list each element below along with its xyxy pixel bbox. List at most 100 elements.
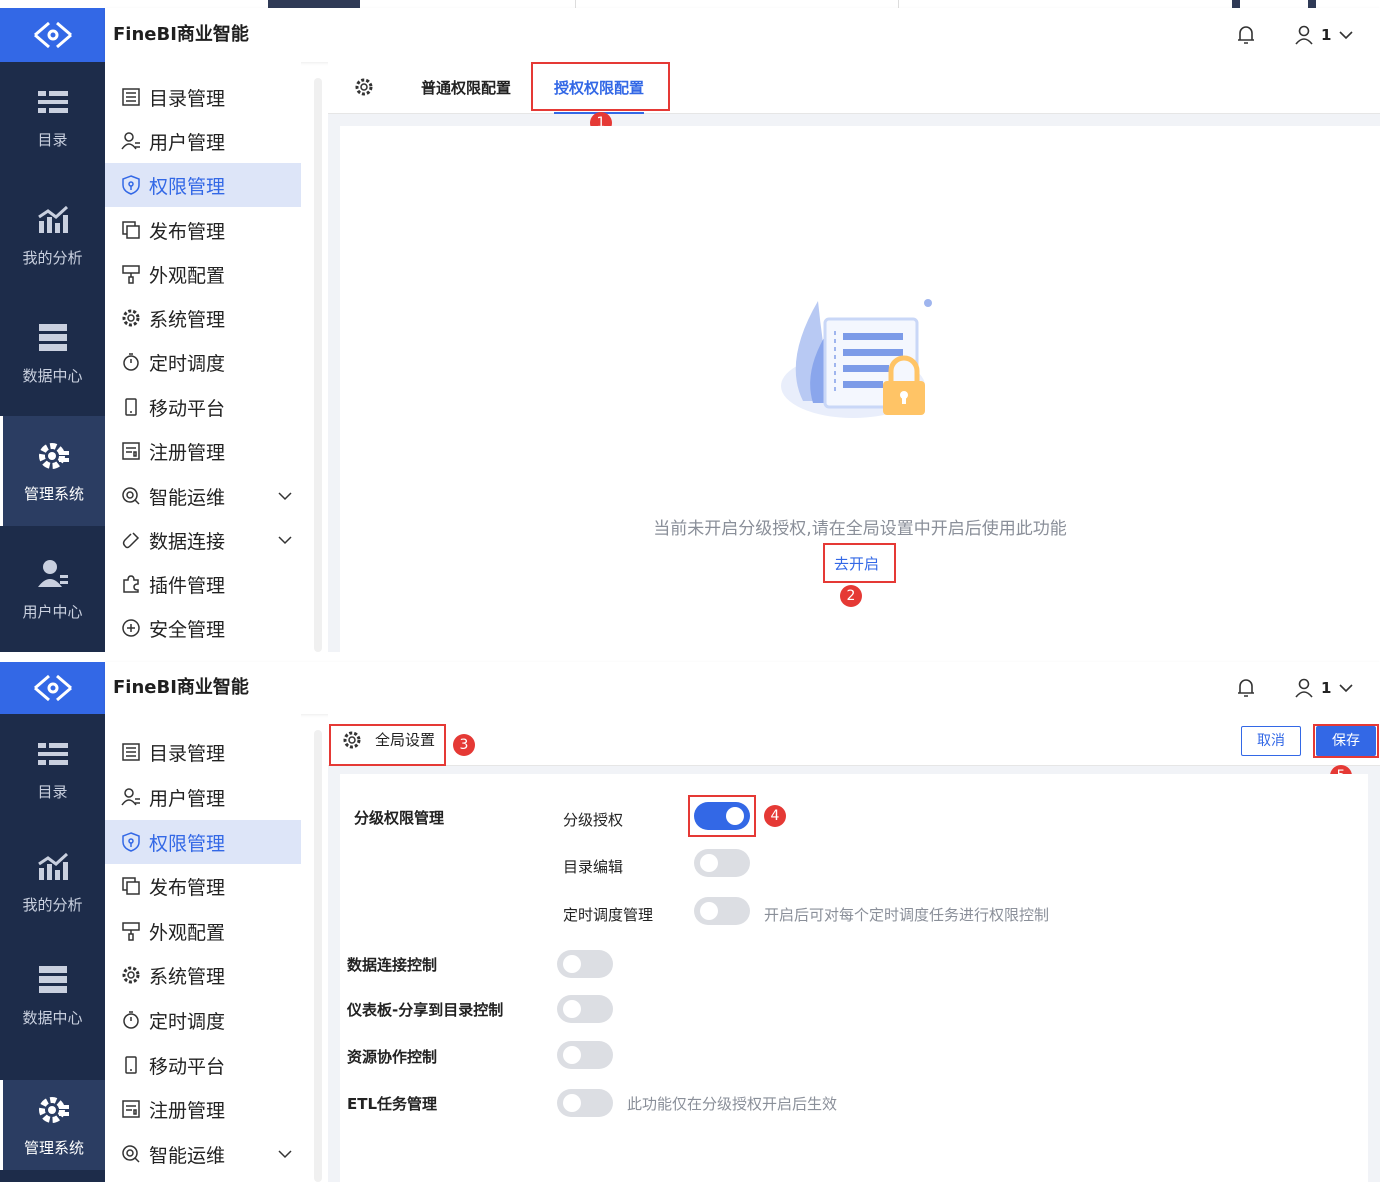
step-badge-3: 3 (453, 734, 475, 756)
nav-label: 数据中心 (22, 1008, 83, 1027)
database-icon (38, 323, 67, 351)
nav-user-center[interactable]: 用户中心 (0, 534, 105, 644)
menu-publish-manage[interactable]: 发布管理 (105, 864, 301, 908)
highlight-box-1 (531, 62, 670, 111)
chevron-down-icon (278, 1150, 292, 1159)
fine-logo-icon[interactable] (0, 8, 105, 62)
menu-schedule[interactable]: 定时调度 (105, 340, 301, 384)
menu-user-manage[interactable]: 用户管理 (105, 119, 301, 163)
top-bar: FineBI商业智能 1 (105, 662, 1380, 714)
user-icon (121, 132, 140, 150)
bell-icon[interactable] (1236, 677, 1256, 699)
toggle-catalog-edit[interactable] (694, 849, 750, 877)
group-label-hierarchy: 分级权限管理 (354, 809, 445, 827)
menu-system-manage[interactable]: 系统管理 (105, 296, 301, 340)
panel-global-settings: 目录 我的分析 数据中心 管理系统 FineBI商业智能 1 目录管理 用户管理… (0, 652, 1380, 1182)
chevron-down-icon (1339, 31, 1354, 40)
nav-label: 用户中心 (22, 602, 83, 621)
hint-schedule-manage: 开启后可对每个定时调度任务进行权限控制 (764, 906, 1050, 924)
bell-icon[interactable] (1236, 24, 1256, 46)
brand-title: FineBI商业智能 (113, 24, 249, 45)
nav-label: 管理系统 (23, 484, 84, 503)
step-badge-4: 4 (764, 805, 786, 827)
tab-normal-permission[interactable]: 普通权限配置 (421, 62, 511, 114)
menu-mobile-platform[interactable]: 移动平台 (105, 1043, 301, 1087)
menu-appearance-config[interactable]: 外观配置 (105, 909, 301, 953)
step-badge-2: 2 (840, 585, 862, 607)
hint-etl-task-manage: 此功能仅在分级授权开启后生效 (627, 1095, 838, 1113)
nav-my-analysis[interactable]: 我的分析 (0, 827, 105, 937)
toggle-data-connection-control[interactable] (557, 950, 613, 978)
menu-smart-ops[interactable]: 智能运维 (105, 474, 301, 518)
menu-permission-manage[interactable]: 权限管理 (105, 820, 301, 864)
settings-gear-icon[interactable] (354, 77, 374, 97)
highlight-box-5 (1313, 724, 1379, 758)
database-icon (38, 965, 67, 993)
empty-message: 当前未开启分级授权,请在全局设置中开启后使用此功能 (653, 519, 1067, 539)
menu-registration[interactable]: 注册管理 (105, 429, 301, 473)
menu-smart-ops[interactable]: 智能运维 (105, 1132, 301, 1176)
toggle-etl-task-manage[interactable] (557, 1089, 613, 1117)
locked-document-illustration (781, 299, 932, 418)
user-icon (1295, 25, 1313, 45)
register-icon (122, 1100, 140, 1118)
menu-schedule[interactable]: 定时调度 (105, 998, 301, 1042)
menu-catalog-manage[interactable]: 目录管理 (105, 730, 301, 774)
menu-appearance-config[interactable]: 外观配置 (105, 252, 301, 296)
brush-icon (122, 922, 140, 941)
nav-catalog[interactable]: 目录 (0, 714, 105, 824)
nav-my-analysis[interactable]: 我的分析 (0, 180, 105, 290)
nav-label: 目录 (37, 782, 68, 801)
management-gear-icon (39, 442, 69, 469)
fine-logo-icon[interactable] (0, 662, 105, 714)
shield-icon (122, 175, 140, 195)
highlight-box-4 (688, 795, 756, 837)
user-menu[interactable]: 1 (1295, 22, 1354, 48)
nav-data-center[interactable]: 数据中心 (0, 940, 105, 1050)
tab-bar: 普通权限配置 授权权限配置 (328, 62, 1380, 114)
panel-authorization-config: 目录 我的分析 数据中心 管理系统 用户中心 FineBI商业智能 1 目录管理… (0, 0, 1380, 652)
menu-scrollbar[interactable] (314, 730, 322, 1182)
label-hierarchical-auth: 分级授权 (563, 811, 624, 829)
toggle-resource-collab-control[interactable] (557, 1041, 613, 1069)
label-dashboard-share-control: 仪表板-分享到目录控制 (347, 1001, 504, 1019)
nav-management-system[interactable]: 管理系统 (0, 416, 105, 526)
nav-catalog[interactable]: 目录 (0, 62, 105, 172)
user-menu[interactable]: 1 (1295, 675, 1354, 701)
management-gear-icon (39, 1096, 69, 1123)
top-bar: FineBI商业智能 1 (105, 8, 1380, 62)
mobile-icon (125, 1056, 137, 1074)
puzzle-icon (123, 575, 139, 593)
menu-data-connection[interactable]: 数据连接 (105, 518, 301, 562)
menu-permission-manage[interactable]: 权限管理 (105, 163, 301, 207)
ops-icon (122, 1145, 140, 1163)
menu-catalog-manage[interactable]: 目录管理 (105, 75, 301, 119)
chevron-down-icon (1339, 684, 1354, 693)
label-catalog-edit: 目录编辑 (563, 858, 624, 876)
publish-icon (122, 877, 140, 895)
empty-state-card: 当前未开启分级授权,请在全局设置中开启后使用此功能 去开启 2 (340, 126, 1380, 652)
list-icon (122, 743, 140, 761)
nav-management-system[interactable]: 管理系统 (0, 1080, 105, 1170)
chevron-down-icon (278, 536, 292, 545)
left-nav: 目录 我的分析 数据中心 管理系统 (0, 662, 105, 1182)
menu-security-manage[interactable]: 安全管理 (105, 606, 301, 650)
menu-mobile-platform[interactable]: 移动平台 (105, 385, 301, 429)
publish-icon (122, 221, 140, 239)
menu-system-manage[interactable]: 系统管理 (105, 953, 301, 997)
label-resource-collab-control: 资源协作控制 (347, 1048, 438, 1066)
user-center-icon (37, 559, 68, 587)
nav-label: 我的分析 (22, 895, 83, 914)
toggle-dashboard-share-control[interactable] (557, 995, 613, 1023)
menu-publish-manage[interactable]: 发布管理 (105, 208, 301, 252)
menu-scrollbar[interactable] (314, 78, 322, 652)
ops-icon (122, 487, 140, 505)
side-menu: 目录管理 用户管理 权限管理 发布管理 外观配置 系统管理 定时调度 移动平台 … (105, 62, 301, 652)
nav-data-center[interactable]: 数据中心 (0, 298, 105, 408)
menu-registration[interactable]: 注册管理 (105, 1087, 301, 1131)
nav-label: 数据中心 (22, 366, 83, 385)
menu-plugin-manage[interactable]: 插件管理 (105, 562, 301, 606)
menu-user-manage[interactable]: 用户管理 (105, 775, 301, 819)
toggle-schedule-manage[interactable] (694, 897, 750, 925)
cancel-button[interactable]: 取消 (1241, 726, 1301, 756)
